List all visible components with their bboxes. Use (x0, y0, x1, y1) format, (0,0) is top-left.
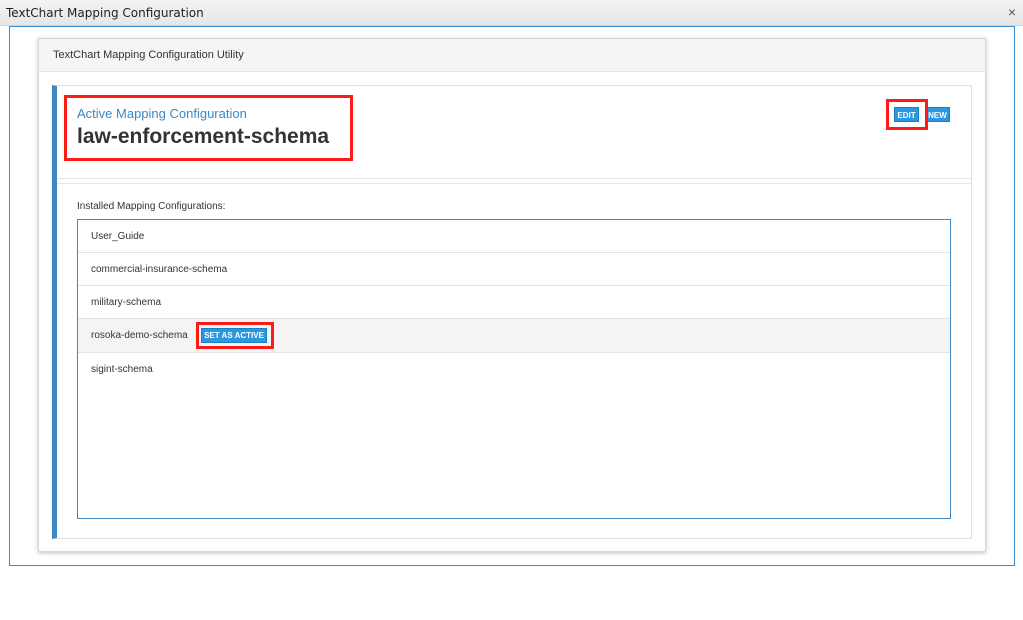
active-mapping-name: law-enforcement-schema (77, 125, 330, 148)
window-title: TextChart Mapping Configuration (6, 6, 204, 20)
list-item[interactable]: sigint-schema (78, 353, 950, 386)
list-item[interactable]: military-schema (78, 286, 950, 319)
installed-list-label: Installed Mapping Configurations: (77, 201, 226, 212)
new-button[interactable]: NEW (925, 107, 950, 122)
list-item[interactable]: User_Guide (78, 220, 950, 253)
edit-button[interactable]: EDIT (894, 107, 919, 122)
list-item-label: military-schema (91, 297, 162, 308)
card-header-title: TextChart Mapping Configuration Utility (53, 49, 244, 61)
active-mapping-label: Active Mapping Configuration (77, 106, 247, 121)
list-item[interactable]: commercial-insurance-schema (78, 253, 950, 286)
list-item-label: User_Guide (91, 231, 145, 242)
set-as-active-button[interactable]: SET AS ACTIVE (201, 328, 267, 343)
window-titlebar: TextChart Mapping Configuration × (0, 0, 1023, 26)
list-item-label: sigint-schema (91, 364, 153, 375)
card-header: TextChart Mapping Configuration Utility (39, 39, 985, 72)
section-divider (57, 183, 971, 184)
installed-list: User_Guide commercial-insurance-schema m… (77, 219, 951, 519)
list-item-label: commercial-insurance-schema (91, 264, 228, 275)
close-icon[interactable]: × (1008, 4, 1016, 20)
list-item-label: rosoka-demo-schema (91, 330, 188, 341)
section-divider (57, 178, 971, 179)
